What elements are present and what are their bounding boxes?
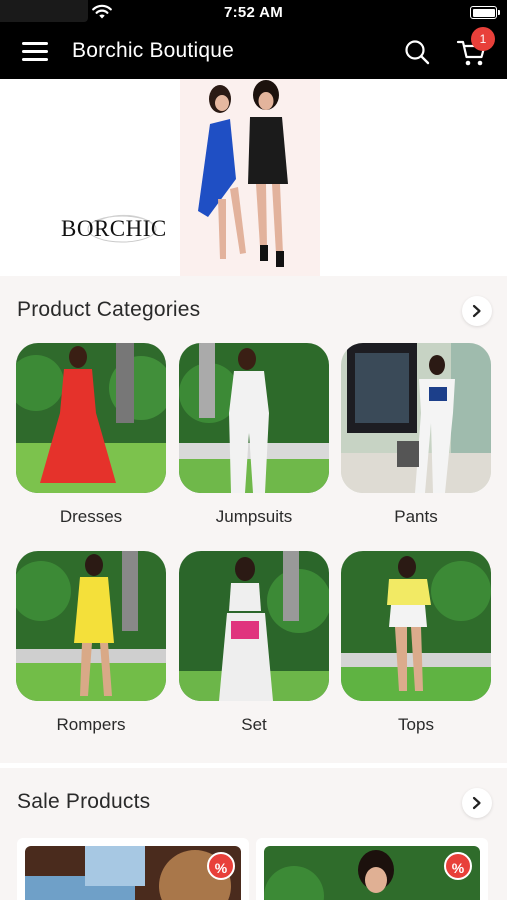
category-tile-pants[interactable]: Pants: [341, 343, 491, 527]
category-tile-tops[interactable]: Tops: [341, 551, 491, 735]
brand-logo: BORCHIC: [61, 216, 167, 241]
category-label: Jumpsuits: [215, 507, 293, 526]
category-tile-jumpsuits[interactable]: Jumpsuits: [179, 343, 329, 527]
discount-badge: %: [207, 852, 235, 880]
search-icon[interactable]: [403, 38, 431, 66]
app-header: 7:52 AM Borchic Boutique 1: [0, 0, 507, 79]
sale-product-card[interactable]: %: [17, 838, 249, 900]
category-image: [16, 551, 166, 701]
status-time: 7:52 AM: [223, 4, 284, 21]
category-image: [16, 343, 166, 493]
category-label: Pants: [394, 507, 438, 526]
category-label: Tops: [398, 715, 434, 734]
category-tile-rompers[interactable]: Rompers: [16, 551, 166, 735]
section-title: Sale Products: [17, 790, 151, 813]
product-categories-section: Product Categories Dresses Jumpsuits Pan…: [0, 276, 507, 763]
sale-see-all-button[interactable]: [462, 788, 492, 818]
section-title: Product Categories: [17, 298, 201, 321]
category-label: Rompers: [56, 715, 126, 734]
battery-icon: [470, 6, 500, 19]
category-tile-dresses[interactable]: Dresses: [16, 343, 166, 527]
status-bar: 7:52 AM: [0, 0, 507, 24]
category-image: [341, 551, 491, 701]
cart-count-badge: 1: [471, 27, 495, 51]
nav-bar: Borchic Boutique 1: [0, 24, 507, 79]
chevron-right-icon: [472, 304, 481, 318]
app-title: Borchic Boutique: [72, 39, 234, 62]
banner-models-image: [180, 79, 320, 276]
category-image: [341, 343, 491, 493]
promo-banner[interactable]: BORCHIC: [0, 79, 507, 276]
discount-badge: %: [444, 852, 472, 880]
category-label: Set: [241, 715, 267, 734]
categories-see-all-button[interactable]: [462, 296, 492, 326]
menu-icon[interactable]: [22, 40, 50, 62]
category-label: Dresses: [59, 507, 123, 526]
category-image: [179, 343, 329, 493]
category-tile-set[interactable]: Set: [179, 551, 329, 735]
chevron-right-icon: [472, 796, 481, 810]
category-image: [179, 551, 329, 701]
sale-product-card[interactable]: %: [256, 838, 488, 900]
sale-products-section: Sale Products % %: [0, 768, 507, 900]
